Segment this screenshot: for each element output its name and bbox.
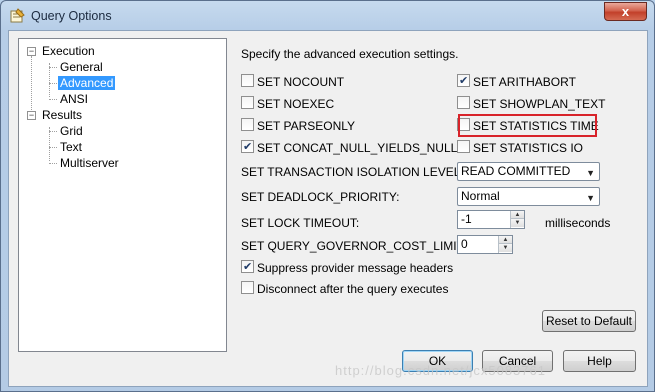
tree-item-label: Grid (60, 124, 83, 138)
close-icon: x (621, 4, 630, 19)
checkbox-set-concat-null-yields-null[interactable]: SET CONCAT_NULL_YIELDS_NULL (241, 139, 457, 155)
results-collapse-toggle[interactable]: − (27, 111, 36, 120)
checkbox-set-statistics-io[interactable]: SET STATISTICS IO (457, 139, 583, 155)
tree-item-label: Multiserver (60, 156, 119, 170)
tree-item-label: Text (60, 140, 83, 154)
query-governor-label: SET QUERY_GOVERNOR_COST_LIMIT: (241, 239, 466, 253)
query-options-dialog: Query Options x − Execution General Adva… (0, 0, 655, 392)
dropdown-arrow-icon: ▼ (586, 168, 595, 178)
isolation-level-select[interactable]: READ COMMITTED ▼ (457, 162, 600, 181)
checkbox-box[interactable] (241, 259, 254, 275)
isolation-level-value: READ COMMITTED (461, 164, 571, 178)
tree-item-label: Results (42, 108, 83, 122)
tree-item-multiserver[interactable]: Multiserver (60, 156, 119, 170)
checkbox-label: SET ARITHABORT (473, 74, 576, 89)
checkbox-label: SET PARSEONLY (257, 118, 356, 133)
highlight-box (458, 114, 597, 137)
deadlock-priority-label: SET DEADLOCK_PRIORITY: (241, 190, 400, 204)
tree-item-general[interactable]: General (60, 60, 103, 74)
watermark: http://blog.csdn.net/jcx5083761 (335, 363, 546, 378)
checkbox-label: Suppress provider message headers (257, 260, 454, 275)
tree-item-advanced[interactable]: Advanced (58, 76, 116, 90)
deadlock-priority-value: Normal (461, 189, 500, 203)
spin-up-icon[interactable]: ▲ (499, 236, 512, 244)
close-button[interactable]: x (604, 2, 647, 21)
tree-item-label: Execution (42, 44, 95, 58)
checkbox-set-showplan-text[interactable]: SET SHOWPLAN_TEXT (457, 95, 605, 111)
tree-item-label: General (60, 60, 103, 74)
checkbox-label: SET STATISTICS IO (473, 140, 584, 155)
checkbox-box[interactable] (457, 140, 470, 154)
checkbox-label: SET SHOWPLAN_TEXT (473, 96, 606, 111)
deadlock-priority-select[interactable]: Normal ▼ (457, 187, 600, 206)
window-title: Query Options (31, 9, 112, 23)
options-tree: − Execution General Advanced ANSI − Resu… (18, 38, 227, 352)
checkbox-suppress-headers[interactable]: Suppress provider message headers (241, 259, 453, 275)
checkbox-box[interactable] (241, 96, 254, 110)
tree-item-grid[interactable]: Grid (60, 124, 83, 138)
lock-timeout-unit: milliseconds (545, 216, 611, 230)
tree-item-text[interactable]: Text (60, 140, 82, 154)
dialog-body: − Execution General Advanced ANSI − Resu… (8, 30, 648, 387)
lock-timeout-label: SET LOCK TIMEOUT: (241, 216, 360, 230)
checkbox-set-noexec[interactable]: SET NOEXEC (241, 95, 334, 111)
execution-collapse-toggle[interactable]: − (27, 47, 36, 56)
checkbox-box[interactable] (457, 73, 470, 89)
checkbox-label: SET NOEXEC (257, 96, 335, 111)
checkbox-set-parseonly[interactable]: SET PARSEONLY (241, 117, 355, 133)
title-bar[interactable]: Query Options x (1, 1, 654, 31)
dropdown-arrow-icon: ▼ (586, 193, 595, 203)
checkbox-box[interactable] (241, 139, 254, 155)
tree-item-results[interactable]: Results (42, 108, 82, 122)
tree-item-label: Advanced (58, 76, 116, 90)
lock-timeout-value: -1 (461, 212, 472, 226)
tree-item-ansi[interactable]: ANSI (60, 92, 88, 106)
spin-up-icon[interactable]: ▲ (511, 211, 524, 219)
query-governor-value: 0 (461, 237, 468, 251)
options-icon (10, 8, 25, 23)
spin-down-icon[interactable]: ▼ (499, 244, 512, 252)
reset-to-default-button[interactable]: Reset to Default (542, 310, 636, 332)
checkbox-box[interactable] (241, 74, 254, 88)
checkbox-box[interactable] (241, 118, 254, 132)
checkbox-set-nocount[interactable]: SET NOCOUNT (241, 73, 344, 89)
checkbox-label: SET NOCOUNT (257, 74, 345, 89)
help-button[interactable]: Help (563, 350, 636, 372)
checkbox-box[interactable] (457, 96, 470, 110)
checkbox-label: SET CONCAT_NULL_YIELDS_NULL (257, 140, 458, 155)
checkbox-set-arithabort[interactable]: SET ARITHABORT (457, 73, 576, 89)
spinner-buttons: ▲ ▼ (498, 236, 512, 253)
checkbox-box[interactable] (241, 281, 254, 295)
tree-item-label: ANSI (60, 92, 89, 106)
query-governor-spinner[interactable]: 0 ▲ ▼ (457, 235, 513, 254)
tree-item-execution[interactable]: Execution (42, 44, 95, 58)
spinner-buttons: ▲ ▼ (510, 211, 524, 228)
panel-description: Specify the advanced execution settings. (241, 47, 459, 61)
checkbox-label: Disconnect after the query executes (257, 281, 449, 296)
spin-down-icon[interactable]: ▼ (511, 219, 524, 227)
lock-timeout-spinner[interactable]: -1 ▲ ▼ (457, 210, 525, 229)
isolation-level-label: SET TRANSACTION ISOLATION LEVEL: (241, 165, 464, 179)
checkbox-disconnect-after-query[interactable]: Disconnect after the query executes (241, 280, 448, 296)
